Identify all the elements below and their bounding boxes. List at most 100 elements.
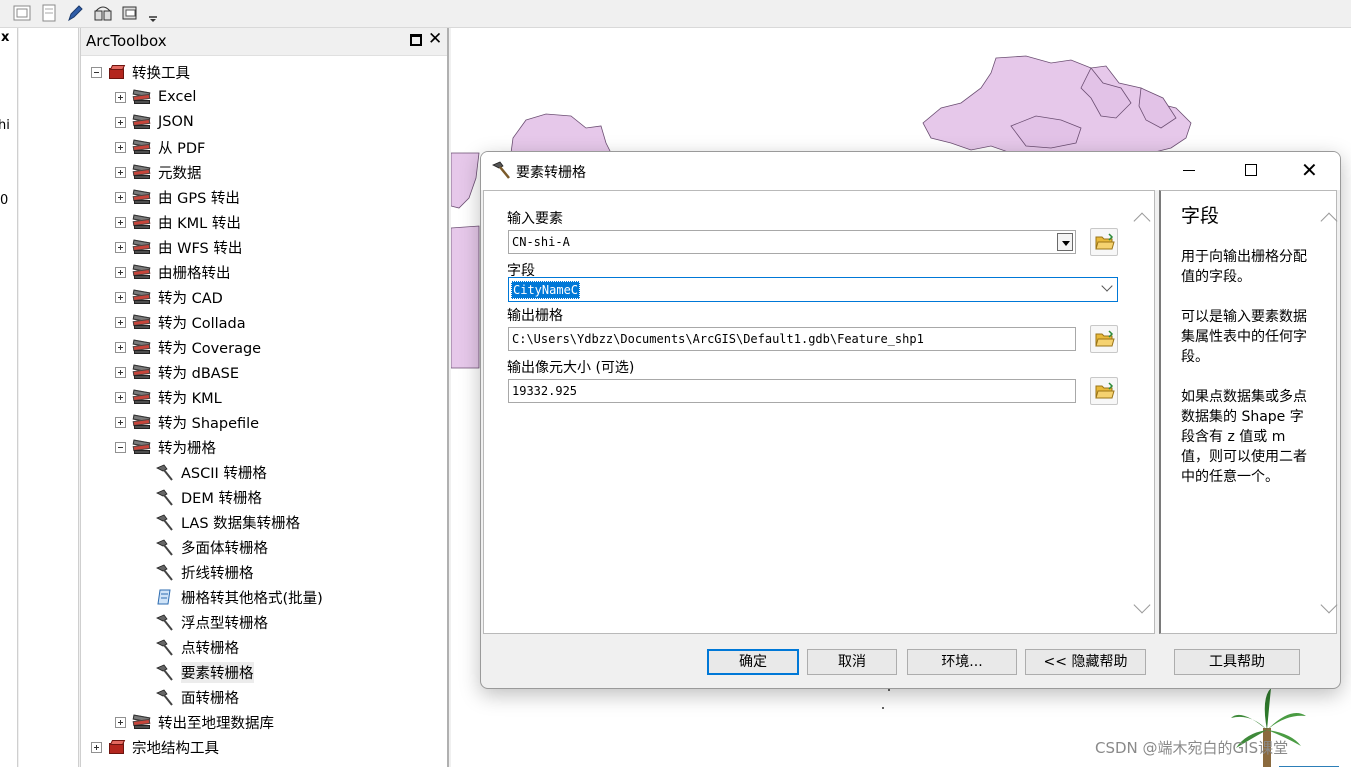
tree-item[interactable]: 转换工具 bbox=[91, 60, 190, 84]
tree-item-label: 栅格转其他格式(批量) bbox=[181, 590, 323, 607]
hide-help-button[interactable]: << 隐藏帮助 bbox=[1025, 649, 1146, 675]
tree-item-label: 由 WFS 转出 bbox=[158, 240, 243, 257]
browse-cell-size-button[interactable] bbox=[1090, 377, 1118, 405]
tree-item[interactable]: 转为 KML bbox=[115, 385, 222, 409]
toolbar-overflow-icon[interactable] bbox=[146, 3, 160, 23]
toolset-icon bbox=[132, 239, 152, 255]
tree-item-label: Excel bbox=[158, 89, 197, 105]
field-combobox[interactable]: CityNameC bbox=[508, 277, 1118, 302]
expand-icon[interactable] bbox=[115, 391, 126, 403]
expand-icon[interactable] bbox=[115, 366, 126, 378]
minimize-icon[interactable] bbox=[1183, 170, 1195, 171]
toolset-icon bbox=[132, 389, 152, 405]
tree-item[interactable]: LAS 数据集转栅格 bbox=[155, 510, 300, 534]
tree-item[interactable]: 转出至地理数据库 bbox=[115, 710, 274, 734]
expand-icon[interactable] bbox=[115, 291, 126, 303]
scroll-down-icon[interactable] bbox=[1320, 596, 1338, 614]
tree-item-label: 面转栅格 bbox=[181, 690, 239, 707]
tree-item[interactable]: ASCII 转栅格 bbox=[155, 460, 267, 484]
palm-leaf bbox=[1264, 688, 1271, 730]
expand-icon[interactable] bbox=[115, 266, 126, 278]
toolset-icon bbox=[132, 364, 152, 380]
layout-icon[interactable] bbox=[12, 3, 32, 23]
environments-button[interactable]: 环境... bbox=[907, 649, 1017, 675]
dropdown-arrow-icon[interactable] bbox=[1057, 233, 1073, 251]
expand-icon[interactable] bbox=[115, 716, 126, 728]
tree-item[interactable]: 要素转栅格 bbox=[155, 660, 254, 684]
tree-item[interactable]: 转为 Collada bbox=[115, 310, 246, 334]
expand-icon[interactable] bbox=[115, 341, 126, 353]
tree-item-label: 元数据 bbox=[158, 165, 202, 182]
editor-pencil-icon[interactable] bbox=[65, 3, 85, 23]
arctoolbox-icon[interactable] bbox=[120, 3, 140, 23]
tree-item[interactable]: Excel bbox=[115, 85, 196, 109]
collapse-icon[interactable] bbox=[115, 441, 126, 453]
tree-item-label: 转为 CAD bbox=[158, 290, 223, 307]
tree-item[interactable]: 元数据 bbox=[115, 160, 202, 184]
tree-item[interactable]: 由 GPS 转出 bbox=[115, 185, 240, 209]
page-icon[interactable] bbox=[39, 3, 59, 23]
expand-icon[interactable] bbox=[115, 216, 126, 228]
scroll-down-icon[interactable] bbox=[1133, 596, 1151, 614]
tree-item[interactable]: DEM 转栅格 bbox=[155, 485, 262, 509]
tree-item[interactable]: 转为 CAD bbox=[115, 285, 223, 309]
browse-input-button[interactable] bbox=[1090, 228, 1118, 256]
tree-item[interactable]: 转为栅格 bbox=[115, 435, 216, 459]
tree-item[interactable]: 多面体转栅格 bbox=[155, 535, 268, 559]
toolset-icon bbox=[132, 289, 152, 305]
close-icon[interactable]: ✕ bbox=[428, 29, 442, 49]
expand-icon[interactable] bbox=[115, 166, 126, 178]
tool-help-button[interactable]: 工具帮助 bbox=[1174, 649, 1300, 675]
restore-icon[interactable] bbox=[410, 34, 422, 46]
cell-size-field[interactable]: 19332.925 bbox=[508, 379, 1076, 403]
tree-item[interactable]: 从 PDF bbox=[115, 135, 205, 159]
expand-icon[interactable] bbox=[115, 191, 126, 203]
tree-item[interactable]: 面转栅格 bbox=[155, 685, 239, 709]
tree-item[interactable]: 点转栅格 bbox=[155, 635, 239, 659]
expand-icon[interactable] bbox=[115, 141, 126, 153]
scroll-up-icon[interactable] bbox=[1320, 212, 1338, 230]
cropped-panel: x hi 0 bbox=[0, 28, 18, 767]
tree-item[interactable]: 转为 dBASE bbox=[115, 360, 239, 384]
tree-item[interactable]: 宗地结构工具 bbox=[91, 735, 219, 759]
input-features-combobox[interactable]: CN-shi-A bbox=[508, 230, 1076, 254]
tree-item[interactable]: JSON bbox=[115, 110, 194, 134]
close-icon[interactable]: ✕ bbox=[1301, 158, 1318, 182]
palm-leaf bbox=[1267, 713, 1306, 730]
expand-icon[interactable] bbox=[115, 116, 126, 128]
tree-item[interactable]: 转为 Shapefile bbox=[115, 410, 259, 434]
dialog-titlebar[interactable]: 要素转栅格 ✕ bbox=[481, 152, 1340, 190]
tree-item[interactable]: 由 KML 转出 bbox=[115, 210, 241, 234]
expand-icon[interactable] bbox=[91, 741, 102, 753]
toolbox-icon bbox=[108, 64, 126, 80]
tree-item[interactable]: 由栅格转出 bbox=[115, 260, 231, 284]
ok-button[interactable]: 确定 bbox=[707, 649, 799, 675]
tree-item-label: 点转栅格 bbox=[181, 640, 239, 657]
cancel-button[interactable]: 取消 bbox=[807, 649, 897, 675]
tree-item-label: LAS 数据集转栅格 bbox=[181, 515, 301, 532]
chevron-down-icon[interactable] bbox=[1101, 280, 1113, 292]
expand-icon[interactable] bbox=[115, 316, 126, 328]
collapse-icon[interactable] bbox=[91, 66, 102, 78]
scroll-up-icon[interactable] bbox=[1133, 212, 1151, 230]
toolbox-icon bbox=[108, 739, 126, 755]
tree-item[interactable]: 转为 Coverage bbox=[115, 335, 261, 359]
expand-icon[interactable] bbox=[115, 241, 126, 253]
browse-output-button[interactable] bbox=[1090, 325, 1118, 353]
tree-item[interactable]: 栅格转其他格式(批量) bbox=[155, 585, 323, 609]
output-raster-value: C:\Users\Ydbzz\Documents\ArcGIS\Default1… bbox=[512, 332, 924, 346]
tree-item-label: 要素转栅格 bbox=[181, 661, 254, 683]
tree-item[interactable]: 折线转栅格 bbox=[155, 560, 254, 584]
map-polygon bbox=[510, 113, 612, 154]
help-title: 字段 bbox=[1181, 205, 1220, 227]
catalog-icon[interactable] bbox=[93, 3, 113, 23]
maximize-icon[interactable] bbox=[1245, 164, 1257, 176]
tree-item[interactable]: 浮点型转栅格 bbox=[155, 610, 268, 634]
tree-item-label: 转为 KML bbox=[158, 390, 222, 407]
toolset-icon bbox=[132, 414, 152, 430]
tree-item[interactable]: 由 WFS 转出 bbox=[115, 235, 242, 259]
expand-icon[interactable] bbox=[115, 91, 126, 103]
expand-icon[interactable] bbox=[115, 416, 126, 428]
cropped-close-glyph[interactable]: x bbox=[1, 30, 9, 45]
output-raster-field[interactable]: C:\Users\Ydbzz\Documents\ArcGIS\Default1… bbox=[508, 327, 1076, 351]
